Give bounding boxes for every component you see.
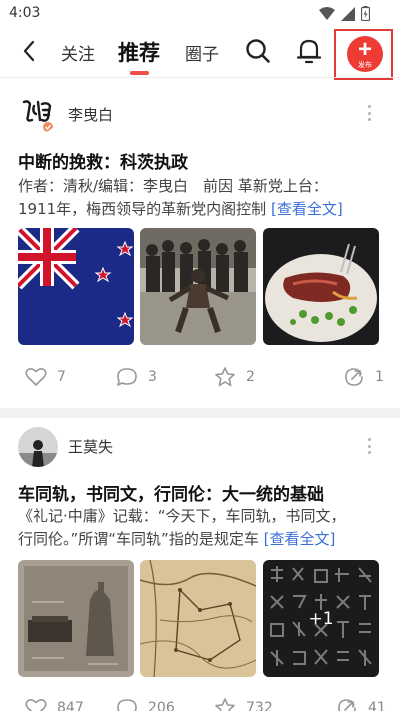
excerpt-line-with-link: 行同伦。”所谓“车同轨”指的是规定车 [查看全文] (18, 528, 388, 551)
author-name[interactable]: 王莫失 (68, 436, 113, 457)
status-icons (319, 6, 370, 21)
post-excerpt[interactable]: 作者：清秋/编辑：李曳白 前因 革新党上台： 1911年，梅西领导的革新党内阁控… (18, 175, 388, 221)
like-count: 847 (57, 700, 84, 711)
favorite-button[interactable]: 2 (214, 363, 255, 391)
battery-icon (361, 6, 370, 21)
comment-button[interactable]: 3 (116, 363, 157, 391)
heart-icon (25, 368, 47, 386)
comment-button[interactable]: 206 (116, 694, 175, 711)
favorite-button[interactable]: 732 (214, 694, 273, 711)
wifi-icon (319, 6, 335, 20)
status-bar: 4:03 (0, 0, 400, 28)
star-icon (215, 698, 235, 711)
search-icon (246, 39, 270, 63)
post-image-ancient-script[interactable]: +1 (263, 560, 379, 677)
search-button[interactable] (245, 38, 271, 64)
avatar[interactable] (18, 94, 58, 134)
post-image-ancient-map[interactable] (140, 560, 256, 677)
comment-icon (117, 368, 137, 386)
notifications-button[interactable] (296, 37, 322, 65)
post-separator (0, 408, 400, 418)
more-images-count: +1 (263, 560, 379, 677)
tab-recommend[interactable]: 推荐 (118, 37, 160, 67)
comment-count: 3 (148, 369, 157, 385)
more-options-button[interactable] (362, 436, 376, 456)
post-image-haka-group[interactable] (140, 228, 256, 345)
like-button[interactable]: 7 (25, 363, 66, 391)
more-options-button[interactable] (362, 103, 376, 123)
star-count: 732 (246, 700, 273, 711)
share-icon (345, 368, 363, 386)
read-more-link[interactable]: [查看全文] (271, 200, 343, 218)
silhouette-avatar-image (18, 427, 58, 467)
post-title[interactable]: 中断的挽救：科茨执政 (18, 148, 188, 173)
avatar[interactable] (18, 427, 58, 467)
excerpt-line: 行同伦。”所谓“车同轨”指的是规定车 (18, 530, 259, 548)
active-tab-indicator (130, 71, 149, 75)
post-image-steak-dish[interactable] (263, 228, 379, 345)
share-button[interactable]: 1 (343, 363, 384, 391)
publish-circle: + 发布 (347, 36, 383, 72)
author-name[interactable]: 李曳白 (68, 104, 113, 125)
excerpt-line: 1911年，梅西领导的革新党内阁控制 (18, 200, 267, 218)
star-icon (215, 367, 235, 387)
excerpt-line: 《礼记·中庸》记载：“今天下，车同轨，书同文， (18, 507, 346, 525)
share-icon (338, 699, 356, 711)
post-image-bronze-weights[interactable] (18, 560, 134, 677)
heart-icon (25, 699, 47, 711)
post-actions: 847 206 732 41 (0, 694, 400, 711)
status-time: 4:03 (9, 5, 41, 21)
post-title[interactable]: 车同轨，书同文，行同伦：大一统的基础 (18, 480, 324, 505)
like-button[interactable]: 847 (25, 694, 84, 711)
chevron-left-icon (23, 40, 35, 62)
read-more-link[interactable]: [查看全文] (264, 530, 336, 548)
excerpt-line-with-link: 1911年，梅西领导的革新党内阁控制 [查看全文] (18, 198, 388, 221)
excerpt-line: 作者：清秋/编辑：李曳白 前因 革新党上台： (18, 177, 328, 195)
cellular-signal-icon (341, 6, 355, 21)
post-excerpt[interactable]: 《礼记·中庸》记载：“今天下，车同轨，书同文， 行同伦。”所谓“车同轨”指的是规… (18, 505, 388, 551)
publish-button[interactable]: + 发布 (334, 29, 393, 80)
like-count: 7 (57, 369, 66, 385)
comment-icon (117, 699, 137, 711)
share-count: 41 (368, 700, 386, 711)
post-image-new-zealand-flag[interactable] (18, 228, 134, 345)
share-button[interactable]: 41 (336, 694, 386, 711)
post-actions: 7 3 2 1 (0, 363, 400, 391)
publish-label: 发布 (358, 61, 372, 69)
tab-circles[interactable]: 圈子 (185, 40, 219, 65)
star-count: 2 (246, 369, 255, 385)
calligraphy-avatar-image (18, 94, 58, 134)
top-navigation: 关注 推荐 圈子 + 发布 (0, 28, 400, 80)
feed-post[interactable]: 王莫失 车同轨，书同文，行同伦：大一统的基础 《礼记·中庸》记载：“今天下，车同… (0, 418, 400, 711)
feed-post[interactable]: 李曳白 中断的挽救：科茨执政 作者：清秋/编辑：李曳白 前因 革新党上台： 19… (0, 78, 400, 408)
comment-count: 206 (148, 700, 175, 711)
tab-follow[interactable]: 关注 (61, 40, 95, 65)
bell-icon (296, 39, 322, 64)
share-count: 1 (375, 369, 384, 385)
back-button[interactable] (14, 36, 44, 66)
